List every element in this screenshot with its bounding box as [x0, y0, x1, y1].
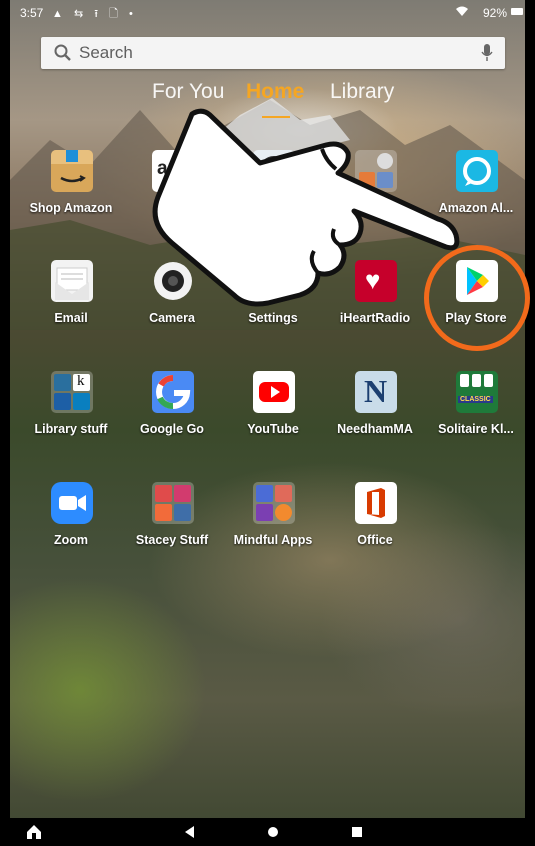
home-dot-icon[interactable]	[263, 822, 283, 842]
folder-mini-icon	[174, 504, 191, 521]
app-label: Shop Amazon	[29, 201, 113, 215]
app-youtube[interactable]: YouTube	[222, 371, 324, 471]
app-library-stuff[interactable]: k Library stuff	[20, 371, 122, 471]
google-go-icon	[152, 371, 194, 413]
recents-icon[interactable]	[347, 822, 367, 842]
app-label: Email	[54, 311, 88, 325]
app-zoom[interactable]: Zoom	[20, 482, 122, 582]
app-mindful-apps[interactable]: Mindful Apps	[222, 482, 324, 582]
app-solitaire-klondike[interactable]: CLASSIC Solitaire Kl...	[425, 371, 527, 471]
battery-icon	[511, 8, 523, 15]
tab-library[interactable]: Library	[330, 80, 394, 104]
app-label: Library stuff	[34, 422, 108, 436]
mindful-apps-folder-icon	[253, 482, 295, 524]
app-label: Solitaire Kl...	[438, 422, 514, 436]
app-label: YouTube	[247, 422, 299, 436]
card-icon	[484, 374, 493, 387]
folder-mini-icon	[73, 393, 90, 410]
app-needhamma[interactable]: N NeedhamMA	[324, 371, 426, 471]
needham-icon: N	[355, 371, 397, 413]
app-label: Office	[357, 533, 393, 547]
home-icon[interactable]	[24, 822, 44, 842]
battery-percent: 92%	[482, 6, 507, 20]
folder-mini-icon	[275, 504, 292, 521]
search-icon	[54, 44, 71, 61]
app-label: NeedhamMA	[337, 422, 413, 436]
folder-mini-icon	[275, 485, 292, 502]
status-time: 3:57	[20, 6, 44, 20]
folder-mini-icon	[256, 485, 273, 502]
card-icon	[472, 374, 481, 387]
folder-mini-icon	[54, 393, 71, 410]
search-bar[interactable]	[41, 37, 505, 69]
folder-mini-icon	[54, 374, 71, 391]
folder-mini-icon	[174, 485, 191, 502]
status-bar: 3:57 ▲ ⇆ ⭱ 🗋 • 92%	[10, 0, 525, 26]
email-icon	[51, 260, 93, 302]
app-label: Stacey Stuff	[135, 533, 209, 547]
app-label: Google Go	[140, 422, 204, 436]
highlight-circle	[424, 245, 530, 351]
solitaire-icon: CLASSIC	[456, 371, 498, 413]
notification-icons: ▲ ⇆ ⭱ 🗋 •	[52, 8, 137, 20]
library-k-text: k	[77, 373, 85, 389]
app-label: iHeartRadio	[339, 311, 411, 325]
card-icon	[460, 374, 469, 387]
search-input[interactable]	[79, 42, 459, 64]
app-label: Camera	[149, 311, 195, 325]
needham-n-text: N	[364, 373, 388, 409]
zoom-icon	[51, 482, 93, 524]
solitaire-tag: CLASSIC	[458, 396, 493, 403]
app-email[interactable]: Email	[20, 260, 122, 360]
tab-home[interactable]: Home	[246, 80, 304, 104]
wifi-icon	[455, 5, 469, 20]
app-office[interactable]: Office	[324, 482, 426, 582]
app-label: Settings	[248, 311, 298, 325]
app-shop-amazon[interactable]: Shop Amazon	[20, 150, 122, 250]
pointing-hand-icon	[152, 108, 460, 307]
folder-mini-icon: k	[73, 373, 90, 391]
stacey-stuff-folder-icon	[152, 482, 194, 524]
app-label: Mindful Apps	[233, 533, 313, 547]
folder-mini-icon	[155, 485, 172, 502]
app-label: Zoom	[53, 533, 89, 547]
library-stuff-folder-icon: k	[51, 371, 93, 413]
folder-mini-icon	[155, 504, 172, 521]
shop-amazon-icon	[51, 150, 93, 192]
app-stacey-stuff[interactable]: Stacey Stuff	[121, 482, 223, 582]
app-google-go[interactable]: Google Go	[121, 371, 223, 471]
office-icon	[355, 482, 397, 524]
youtube-icon	[253, 371, 295, 413]
navigation-bar	[10, 818, 525, 846]
home-screen: 3:57 ▲ ⇆ ⭱ 🗋 • 92% For You Home Library …	[0, 0, 535, 846]
left-bezel	[0, 0, 10, 846]
folder-mini-icon	[256, 504, 273, 521]
tab-for-you[interactable]: For You	[152, 80, 224, 104]
alexa-icon	[456, 150, 498, 192]
microphone-icon[interactable]	[481, 44, 493, 62]
back-icon[interactable]	[180, 822, 200, 842]
